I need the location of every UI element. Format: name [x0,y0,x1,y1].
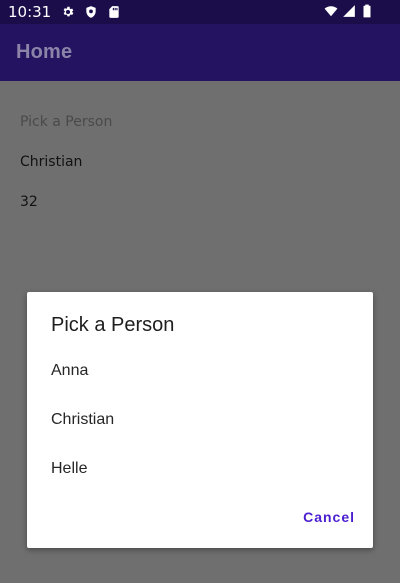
battery-icon [360,4,374,18]
option-label: Christian [51,411,115,428]
dialog-option-christian[interactable]: Christian [27,398,373,442]
person-picker-dialog: Pick a Person Anna Christian Helle Cance… [27,292,373,548]
app-bar: Home [0,24,400,81]
settings-icon [61,5,75,19]
wifi-icon [324,4,338,18]
status-icons-left [61,5,130,19]
shield-icon [84,5,98,19]
sd-card-icon [107,5,121,19]
signal-icon [342,4,356,18]
status-time: 10:31 [8,3,52,21]
dialog-title: Pick a Person [51,314,175,336]
page-title: Home [16,41,73,63]
status-bar: 10:31 [0,0,400,24]
dialog-option-helle[interactable]: Helle [27,447,373,491]
dialog-option-anna[interactable]: Anna [27,349,373,393]
cancel-button[interactable]: Cancel [303,509,355,525]
option-label: Anna [51,362,89,379]
person-picker-label[interactable]: Pick a Person [20,114,112,130]
selected-person-value: Christian [20,154,83,170]
age-value: 32 [20,194,38,210]
option-label: Helle [51,460,88,477]
status-icons-right [320,4,374,18]
